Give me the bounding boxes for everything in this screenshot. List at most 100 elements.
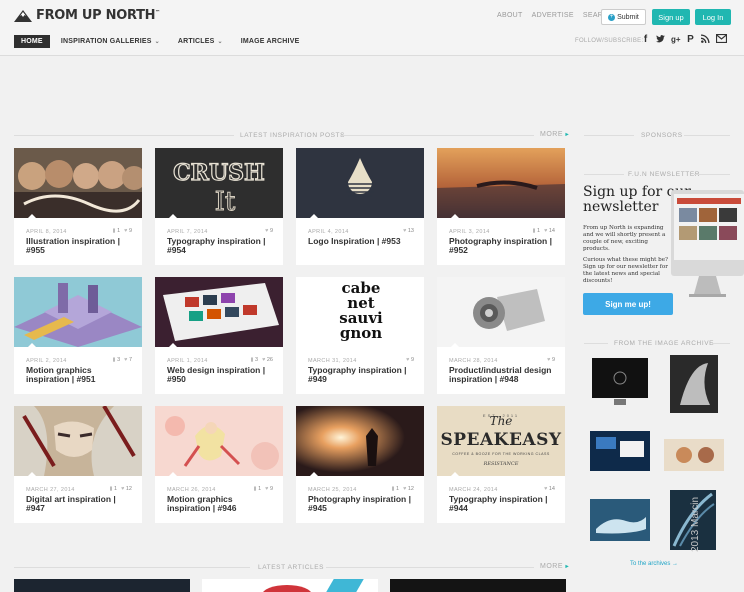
card-notch [310,214,318,218]
article-thumbnail[interactable] [390,579,566,592]
post-card[interactable]: MARCH 26, 2014 ▮ 1 ♥ 9 Motion graphics in… [155,406,283,523]
heart-icon: ♥ [262,357,266,363]
post-card[interactable]: APRIL 8, 2014 ▮ 1 ♥ 9 Illustration inspir… [14,148,142,265]
archive-thumbnail[interactable] [670,355,730,413]
site-logo[interactable]: FROM UP NORTH™ [14,8,160,23]
post-card[interactable]: APRIL 3, 2014 ▮ 1 ♥ 14 Photography inspir… [437,148,565,265]
more-articles-link[interactable]: MORE ▸ [540,563,569,570]
heart-icon: ♥ [406,357,410,363]
post-thumbnail[interactable] [296,406,424,476]
post-date: MARCH 26, 2014 [167,487,216,493]
post-title[interactable]: Photography inspiration | #952 [449,237,557,255]
post-thumbnail[interactable] [155,277,283,347]
more-posts-link[interactable]: MORE ▸ [540,131,569,138]
divider [14,135,234,136]
login-button[interactable]: Log In [695,9,731,25]
post-card[interactable]: EST. 2011 The SPEAKEASY COFFEE & BOOZE F… [437,406,565,523]
post-stats: ▮ 3 ♥ 7 [112,357,132,363]
post-title[interactable]: Typography inspiration | #944 [449,495,557,513]
comment-icon: ▮ [109,486,113,492]
post-thumbnail[interactable]: cabe net sauvi gnon [296,277,424,347]
post-date: APRIL 2, 2014 [26,358,67,364]
pinterest-icon[interactable]: P [686,34,695,45]
post-title[interactable]: Product/industrial design inspiration | … [449,366,557,384]
speakeasy-lettering: SPEAKEASY [440,430,562,450]
divider [340,135,534,136]
post-card[interactable]: MARCH 28, 2014 ♥ 9 Product/industrial de… [437,277,565,394]
post-title[interactable]: Logo Inspiration | #953 [308,237,416,246]
heart-icon: ♥ [124,357,128,363]
post-stats: ♥ 9 [406,357,414,363]
article-thumbnail[interactable] [202,579,378,592]
twitter-icon[interactable] [656,34,665,45]
submit-label: Submit [617,13,639,21]
post-thumbnail[interactable] [296,148,424,218]
post-thumbnail[interactable]: CRUSH It [155,148,283,218]
advertise-link[interactable]: ADVERTISE [532,12,574,19]
post-thumbnail[interactable] [437,148,565,218]
post-title[interactable]: Photography inspiration | #945 [308,495,416,513]
google-plus-icon[interactable]: g+ [671,34,681,45]
post-title[interactable]: Digital art inspiration | #947 [26,495,134,513]
heart-icon: ♥ [265,486,269,492]
post-thumbnail[interactable] [155,406,283,476]
post-title[interactable]: Typography inspiration | #954 [167,237,275,255]
post-stats: ♥ 13 [403,228,414,234]
post-date: APRIL 8, 2014 [26,229,67,235]
post-title[interactable]: Typography inspiration | #949 [308,366,416,384]
comment-icon: ▮ [532,228,536,234]
newsletter-text: From up North is expanding and we will s… [583,225,669,284]
nav-articles[interactable]: ARTICLES ⌄ [171,35,230,48]
post-thumbnail[interactable] [14,148,142,218]
post-card[interactable]: CRUSH It APRIL 7, 2014 ♥ 9 Typography in… [155,148,283,265]
heart-icon: ♥ [544,486,548,492]
signup-button[interactable]: Sign up [652,9,690,25]
archive-thumbnail[interactable] [590,499,650,541]
card-notch [451,214,459,218]
card-notch [451,472,459,476]
submit-button[interactable]: + Submit [601,9,646,25]
post-date: MARCH 24, 2014 [449,487,498,493]
post-card[interactable]: APRIL 2, 2014 ▮ 3 ♥ 7 Motion graphics ins… [14,277,142,394]
crush-lettering: CRUSH [173,160,265,186]
post-date: APRIL 1, 2014 [167,358,208,364]
post-card[interactable]: MARCH 27, 2014 ▮ 1 ♥ 12 Digital art inspi… [14,406,142,523]
post-thumbnail[interactable] [437,277,565,347]
site-name: FROM UP NORTH™ [36,8,160,23]
post-card[interactable]: APRIL 1, 2014 ▮ 3 ♥ 26 Web design inspira… [155,277,283,394]
newsletter-signup-button[interactable]: Sign me up! [583,293,673,315]
rss-icon[interactable] [701,34,710,45]
post-title[interactable]: Illustration inspiration | #955 [26,237,134,255]
post-card[interactable]: APRIL 4, 2014 ♥ 13 Logo Inspiration | #9… [296,148,424,265]
post-title[interactable]: Motion graphics inspiration | #951 [26,366,134,384]
latest-posts-heading: LATEST INSPIRATION POSTS [240,132,346,139]
chevron-down-icon: ⌄ [217,39,223,45]
comment-icon: ▮ [391,486,395,492]
post-card[interactable]: MARCH 25, 2014 ▮ 1 ♥ 12 Photography inspi… [296,406,424,523]
archive-link[interactable]: To the archives → [630,561,678,567]
chevron-down-icon: ⌄ [154,39,160,45]
facebook-icon[interactable]: f [641,34,650,45]
archive-thumbnail[interactable] [590,431,650,471]
nav-image-archive[interactable]: IMAGE ARCHIVE [234,35,307,48]
nav-home[interactable]: HOME [14,35,50,48]
post-stats: ▮ 1 ♥ 12 [109,486,132,492]
heart-icon: ♥ [124,228,128,234]
heart-icon: ♥ [265,228,269,234]
post-title[interactable]: Motion graphics inspiration | #946 [167,495,275,513]
post-thumbnail[interactable]: EST. 2011 The SPEAKEASY COFFEE & BOOZE F… [437,406,565,476]
post-thumbnail[interactable] [14,277,142,347]
nav-inspiration-galleries[interactable]: INSPIRATION GALLERIES ⌄ [54,35,167,48]
post-title[interactable]: Web design inspiration | #950 [167,366,275,384]
watermark-text: 2013 Marcin [690,496,701,552]
post-date: APRIL 3, 2014 [449,229,490,235]
email-icon[interactable] [715,33,728,45]
article-thumbnail[interactable] [14,579,190,592]
card-notch [310,343,318,347]
archive-thumbnail[interactable] [590,355,650,409]
about-link[interactable]: ABOUT [497,12,523,19]
post-thumbnail[interactable] [14,406,142,476]
divider [14,567,250,568]
card-notch [169,472,177,476]
post-card[interactable]: cabe net sauvi gnon MARCH 31, 2014 ♥ 9 T… [296,277,424,394]
